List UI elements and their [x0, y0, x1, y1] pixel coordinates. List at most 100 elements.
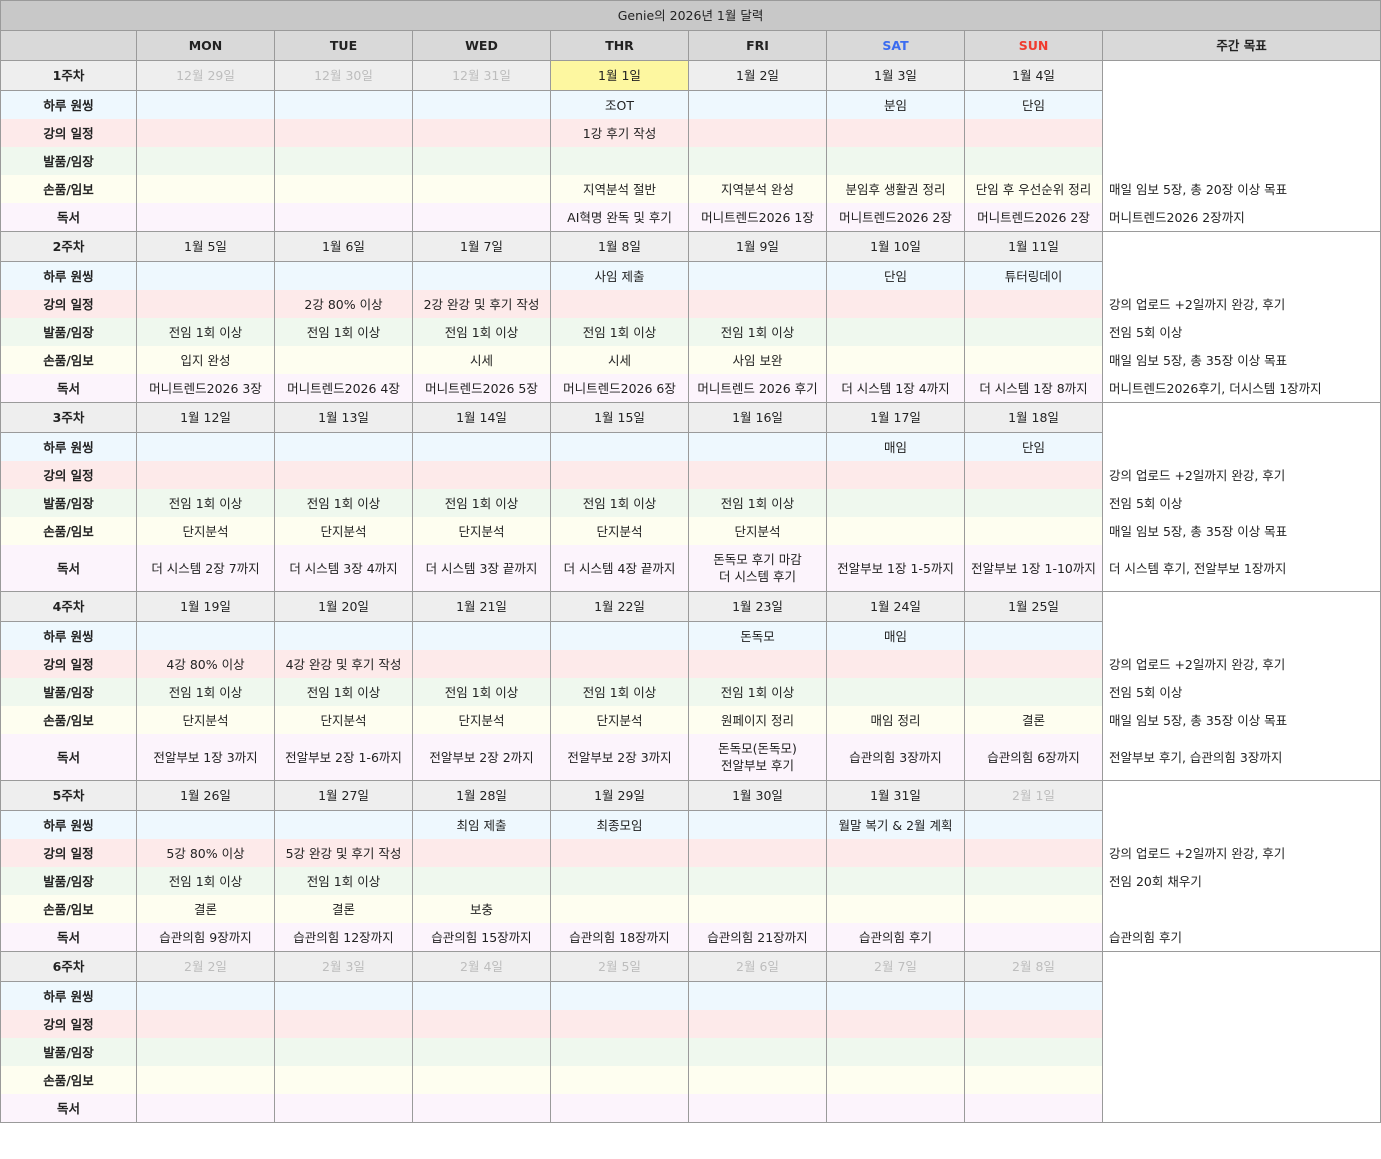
day-cell[interactable] — [136, 203, 275, 232]
day-cell[interactable]: 전알부보 2장 2까지 — [412, 734, 551, 781]
day-cell[interactable] — [136, 119, 275, 147]
weekly-goal-cell[interactable] — [1101, 780, 1381, 811]
day-cell[interactable]: 전임 1회 이상 — [550, 678, 689, 706]
weekly-goal-cell[interactable]: 전임 20회 채우기 — [1101, 867, 1381, 895]
day-cell[interactable]: 5강 80% 이상 — [136, 839, 275, 867]
day-cell[interactable]: 단지분석 — [688, 517, 827, 545]
day-cell[interactable]: 튜터링데이 — [964, 261, 1103, 290]
day-cell[interactable] — [550, 1094, 689, 1123]
day-cell[interactable] — [274, 175, 413, 203]
day-cell[interactable] — [274, 90, 413, 119]
date-cell[interactable]: 1월 28일 — [412, 780, 551, 811]
day-cell[interactable]: 전임 1회 이상 — [550, 489, 689, 517]
day-cell[interactable] — [412, 90, 551, 119]
week-label[interactable]: 3주차 — [0, 402, 137, 433]
day-cell[interactable] — [964, 1038, 1103, 1066]
day-cell[interactable] — [412, 1094, 551, 1123]
category-label[interactable]: 강의 일정 — [0, 650, 137, 678]
day-cell[interactable]: 매임 — [826, 621, 965, 650]
header-weekly-goals[interactable]: 주간 목표 — [1101, 30, 1381, 61]
category-label[interactable]: 손품/임보 — [0, 895, 137, 923]
day-cell[interactable] — [136, 1038, 275, 1066]
day-cell[interactable]: 1강 후기 작성 — [550, 119, 689, 147]
day-cell[interactable] — [412, 147, 551, 175]
day-cell[interactable]: 단지분석 — [412, 517, 551, 545]
day-cell[interactable] — [550, 290, 689, 318]
day-cell[interactable] — [688, 839, 827, 867]
day-cell[interactable]: 최임 제출 — [412, 810, 551, 839]
weekly-goal-cell[interactable]: 매일 임보 5장, 총 35장 이상 목표 — [1101, 346, 1381, 374]
day-cell[interactable]: 사임 제출 — [550, 261, 689, 290]
day-cell[interactable] — [136, 1094, 275, 1123]
category-label[interactable]: 강의 일정 — [0, 839, 137, 867]
day-cell[interactable]: 더 시스템 2장 7까지 — [136, 545, 275, 592]
day-cell[interactable] — [136, 981, 275, 1010]
day-cell[interactable]: 월말 복기 & 2월 계획 — [826, 810, 965, 839]
day-cell[interactable] — [826, 867, 965, 895]
date-cell[interactable]: 1월 21일 — [412, 591, 551, 622]
day-cell[interactable]: 입지 완성 — [136, 346, 275, 374]
category-label[interactable]: 발품/임장 — [0, 489, 137, 517]
header-wed[interactable]: WED — [412, 30, 551, 61]
day-cell[interactable] — [274, 1038, 413, 1066]
date-cell[interactable]: 1월 9일 — [688, 231, 827, 262]
day-cell[interactable] — [964, 1010, 1103, 1038]
day-cell[interactable] — [136, 432, 275, 461]
weekly-goal-cell[interactable] — [1101, 231, 1381, 262]
day-cell[interactable] — [136, 810, 275, 839]
day-cell[interactable]: 더 시스템 1장 4까지 — [826, 374, 965, 403]
weekly-goal-cell[interactable]: 매일 임보 5장, 총 20장 이상 목표 — [1101, 175, 1381, 203]
day-cell[interactable]: 조OT — [550, 90, 689, 119]
day-cell[interactable] — [964, 895, 1103, 923]
weekly-goal-cell[interactable] — [1101, 119, 1381, 147]
day-cell[interactable]: 전임 1회 이상 — [688, 489, 827, 517]
category-label[interactable]: 손품/임보 — [0, 706, 137, 734]
day-cell[interactable]: 돈독모 후기 마감 더 시스템 후기 — [688, 545, 827, 592]
category-label[interactable]: 하루 원씽 — [0, 90, 137, 119]
weekly-goal-cell[interactable]: 더 시스템 후기, 전알부보 1장까지 — [1101, 545, 1381, 592]
category-label[interactable]: 독서 — [0, 734, 137, 781]
day-cell[interactable] — [826, 461, 965, 489]
weekly-goal-cell[interactable] — [1101, 432, 1381, 461]
day-cell[interactable] — [550, 461, 689, 489]
category-label[interactable]: 발품/임장 — [0, 867, 137, 895]
day-cell[interactable]: 머니트렌드2026 6장 — [550, 374, 689, 403]
date-cell[interactable]: 1월 13일 — [274, 402, 413, 433]
day-cell[interactable] — [826, 517, 965, 545]
day-cell[interactable] — [274, 461, 413, 489]
day-cell[interactable] — [688, 1038, 827, 1066]
weekly-goal-cell[interactable]: 강의 업로드 +2일까지 완강, 후기 — [1101, 461, 1381, 489]
day-cell[interactable] — [274, 346, 413, 374]
weekly-goal-cell[interactable] — [1101, 1038, 1381, 1066]
date-cell[interactable]: 1월 6일 — [274, 231, 413, 262]
day-cell[interactable]: 전임 1회 이상 — [274, 678, 413, 706]
day-cell[interactable] — [688, 650, 827, 678]
week-label[interactable]: 1주차 — [0, 60, 137, 91]
category-label[interactable]: 강의 일정 — [0, 461, 137, 489]
day-cell[interactable] — [964, 1094, 1103, 1123]
day-cell[interactable] — [688, 290, 827, 318]
category-label[interactable]: 독서 — [0, 203, 137, 232]
day-cell[interactable] — [412, 203, 551, 232]
day-cell[interactable] — [550, 1066, 689, 1094]
day-cell[interactable] — [412, 650, 551, 678]
day-cell[interactable] — [964, 517, 1103, 545]
date-cell[interactable]: 2월 5일 — [550, 951, 689, 982]
calendar-title[interactable]: Genie의 2026년 1월 달력 — [0, 0, 1381, 31]
date-cell[interactable]: 2월 4일 — [412, 951, 551, 982]
day-cell[interactable] — [136, 175, 275, 203]
day-cell[interactable] — [688, 261, 827, 290]
date-cell[interactable]: 1월 5일 — [136, 231, 275, 262]
date-cell[interactable]: 1월 7일 — [412, 231, 551, 262]
day-cell[interactable]: 결론 — [136, 895, 275, 923]
date-cell[interactable]: 1월 26일 — [136, 780, 275, 811]
day-cell[interactable]: 단임 — [964, 90, 1103, 119]
day-cell[interactable]: 시세 — [412, 346, 551, 374]
category-label[interactable]: 손품/임보 — [0, 175, 137, 203]
category-label[interactable]: 강의 일정 — [0, 290, 137, 318]
day-cell[interactable] — [274, 1010, 413, 1038]
day-cell[interactable] — [274, 203, 413, 232]
day-cell[interactable]: 최종모임 — [550, 810, 689, 839]
day-cell[interactable] — [550, 621, 689, 650]
day-cell[interactable]: 습관의힘 15장까지 — [412, 923, 551, 952]
